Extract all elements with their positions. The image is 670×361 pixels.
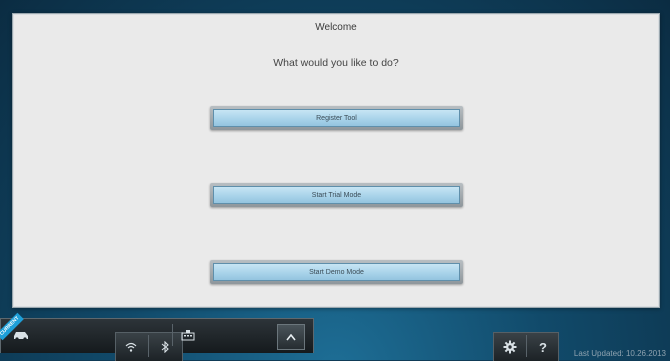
page-title: Welcome: [315, 22, 357, 33]
start-trial-mode-label[interactable]: Start Trial Mode: [213, 186, 460, 204]
expand-up-button[interactable]: [277, 324, 305, 350]
car-icon[interactable]: [10, 324, 32, 346]
taskbar: CURRENT ? Last Updated: 10.26.2013: [0, 312, 670, 361]
register-tool-button[interactable]: Register Tool: [210, 106, 463, 130]
start-demo-mode-label[interactable]: Start Demo Mode: [213, 263, 460, 281]
last-updated-text: Last Updated: 10.26.2013: [573, 349, 666, 358]
system-divider: [526, 335, 527, 357]
prompt-question: What would you like to do?: [273, 57, 399, 69]
chevron-up-icon: [286, 330, 296, 344]
welcome-panel: Welcome What would you like to do? Regis…: [12, 13, 660, 308]
start-trial-mode-button[interactable]: Start Trial Mode: [210, 183, 463, 207]
taskbar-divider: [148, 335, 149, 357]
system-group: ?: [493, 332, 559, 361]
vehicle-bar-divider: [172, 324, 173, 346]
register-tool-label[interactable]: Register Tool: [213, 109, 460, 127]
start-demo-mode-button[interactable]: Start Demo Mode: [210, 260, 463, 284]
keyboard-icon[interactable]: [177, 324, 199, 346]
wifi-icon[interactable]: [120, 336, 142, 358]
help-icon[interactable]: ?: [532, 336, 554, 358]
gear-icon[interactable]: [499, 336, 521, 358]
